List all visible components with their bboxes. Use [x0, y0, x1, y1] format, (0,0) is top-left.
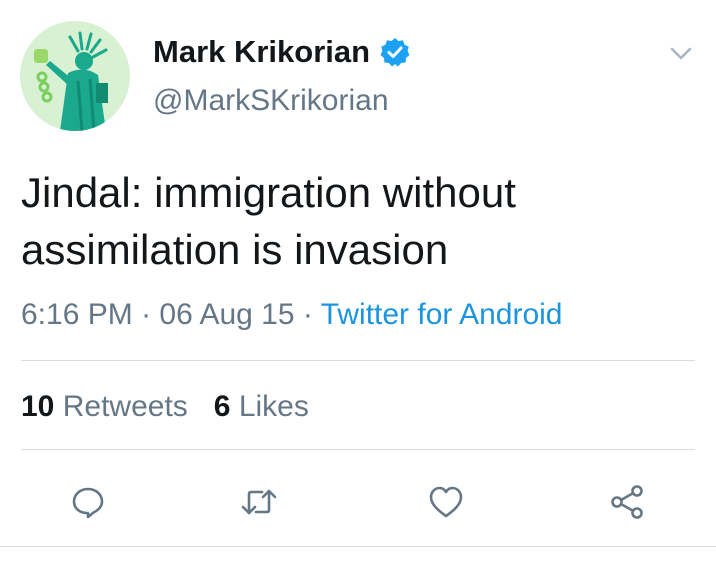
likes-stat[interactable]: 6 Likes	[214, 390, 309, 423]
avatar[interactable]	[20, 21, 130, 131]
share-button[interactable]	[603, 478, 651, 526]
statue-of-liberty-icon	[20, 21, 130, 131]
tweet-date: 06 Aug 15	[159, 298, 295, 331]
chevron-down-icon[interactable]	[668, 40, 694, 66]
tweet-text: Jindal: immigration without assimilation…	[21, 164, 681, 278]
like-button[interactable]	[422, 478, 470, 526]
meta-separator: ·	[302, 298, 313, 331]
retweets-count: 10	[21, 390, 55, 423]
divider	[0, 546, 716, 547]
reply-icon	[72, 487, 104, 519]
likes-count: 6	[213, 390, 231, 423]
display-name[interactable]: Mark Krikorian	[153, 34, 410, 70]
likes-label: Likes	[238, 390, 309, 423]
verified-badge-icon	[380, 37, 410, 67]
tweet-meta: 6:16 PM · 06 Aug 15 · Twitter for Androi…	[21, 298, 562, 332]
divider	[21, 449, 695, 450]
tweet-text-line: Jindal: immigration without	[21, 169, 516, 216]
retweet-icon	[241, 489, 277, 515]
retweets-stat[interactable]: 10 Retweets	[21, 390, 188, 423]
retweet-button[interactable]	[235, 478, 283, 526]
display-name-text: Mark Krikorian	[153, 34, 371, 69]
user-handle[interactable]: @MarkSKrikorian	[153, 84, 389, 118]
tweet-stats: 10 Retweets 6 Likes	[21, 390, 309, 424]
tweet-source-link[interactable]: Twitter for Android	[321, 298, 563, 331]
divider	[21, 360, 695, 361]
like-icon	[429, 486, 463, 518]
reply-button[interactable]	[64, 478, 112, 526]
meta-separator: ·	[141, 298, 152, 331]
tweet-actions	[0, 478, 716, 526]
share-icon	[611, 485, 643, 519]
tweet-text-line: assimilation is invasion	[21, 226, 449, 273]
tweet-time: 6:16 PM	[21, 298, 133, 331]
retweets-label: Retweets	[62, 390, 188, 423]
